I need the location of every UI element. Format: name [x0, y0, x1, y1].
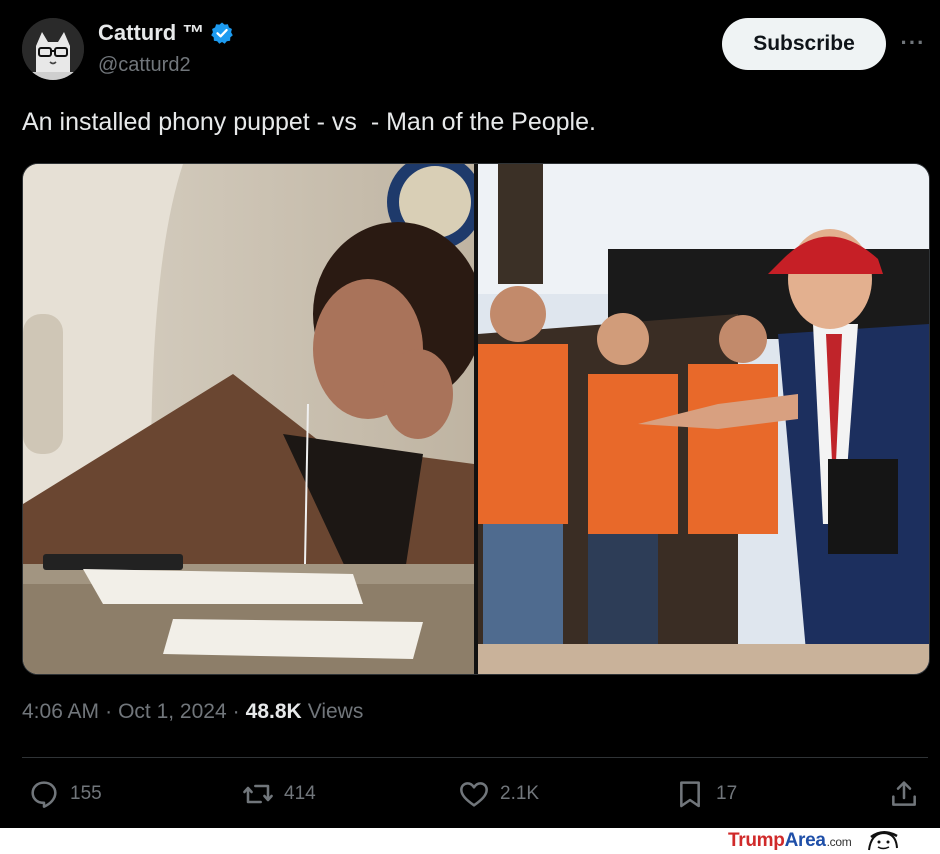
- meta-separator: ·: [232, 700, 240, 723]
- photo-left[interactable]: [23, 164, 474, 674]
- divider: [22, 757, 928, 758]
- watermark-suffix: .com: [826, 835, 852, 849]
- display-name-text: Catturd ™: [98, 20, 205, 45]
- more-options-icon[interactable]: ···: [900, 30, 926, 56]
- tweet-text: An installed phony puppet - vs - Man of …: [22, 108, 596, 136]
- views-count: 48.8K: [245, 700, 302, 723]
- cat-avatar-icon: [22, 18, 84, 80]
- meta-separator: ·: [105, 700, 113, 723]
- handle[interactable]: @catturd2: [98, 54, 191, 77]
- reply-count: 155: [70, 783, 102, 804]
- caricature-logo-icon: [868, 831, 899, 851]
- watermark-logo-text: TrumpArea.com: [728, 830, 852, 852]
- subscribe-button[interactable]: Subscribe: [722, 18, 886, 70]
- photo-right[interactable]: [478, 164, 929, 674]
- share-button[interactable]: [888, 778, 920, 810]
- bookmark-count: 17: [716, 783, 738, 804]
- heart-icon: [460, 782, 488, 807]
- avatar[interactable]: [22, 18, 84, 80]
- like-button[interactable]: 2.1K: [458, 778, 539, 810]
- verified-badge-icon: [211, 22, 234, 44]
- like-count: 2.1K: [500, 783, 540, 804]
- site-watermark: TrumpArea.com: [728, 828, 940, 854]
- tweet-date[interactable]: Oct 1, 2024: [118, 700, 227, 724]
- bookmark-icon: [680, 781, 700, 808]
- display-name[interactable]: Catturd ™: [98, 20, 234, 46]
- bookmark-button[interactable]: 17: [674, 778, 737, 810]
- tweet-card: Catturd ™ @catturd2 Subscribe ··· An ins…: [0, 0, 940, 828]
- repost-button[interactable]: 414: [242, 778, 316, 810]
- share-icon: [892, 781, 916, 806]
- reply-icon: [31, 781, 57, 808]
- watermark-part1: Trump: [728, 830, 785, 851]
- repost-icon: [243, 784, 273, 804]
- watermark-part2: Area: [784, 830, 826, 851]
- views-label: Views: [307, 700, 364, 723]
- tweet-media[interactable]: [22, 163, 930, 675]
- tweet-time[interactable]: 4:06 AM: [22, 700, 99, 724]
- repost-count: 414: [284, 783, 316, 804]
- reply-button[interactable]: 155: [28, 778, 102, 810]
- tweet-meta: 4:06 AM · Oct 1, 2024 · 48.8K Views: [22, 700, 363, 724]
